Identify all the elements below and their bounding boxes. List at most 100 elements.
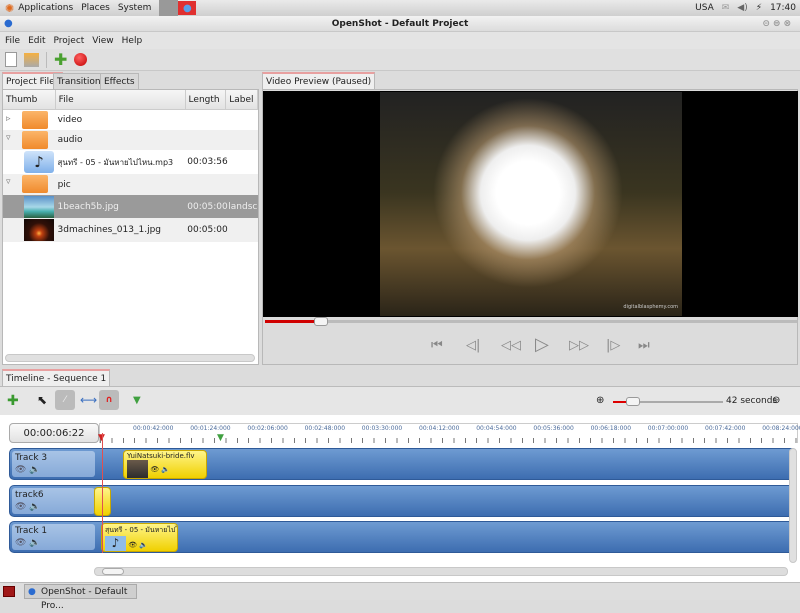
timeline-marker-icon[interactable]: ▼ <box>217 433 224 443</box>
launcher[interactable] <box>159 0 179 16</box>
column-length[interactable]: Length <box>186 90 227 109</box>
menu-help[interactable]: Help <box>122 36 143 46</box>
keyboard-layout[interactable]: USA <box>695 3 714 13</box>
fast-forward-icon[interactable]: ▷▷ <box>569 338 589 353</box>
window-titlebar[interactable]: ● OpenShot - Default Project ⊝⊜⊗ <box>0 16 800 32</box>
clock[interactable]: 17:40 <box>770 3 796 13</box>
file-name: 1beach5b.jpg <box>57 201 119 212</box>
file-name: video <box>57 115 83 125</box>
resize-tool-icon[interactable]: ⟷ <box>80 393 97 407</box>
video-canvas[interactable]: digitalblasphemy.com <box>263 91 798 317</box>
save-project-icon[interactable] <box>24 52 39 67</box>
horizontal-scrollbar[interactable] <box>5 354 255 362</box>
column-file[interactable]: File <box>56 90 186 109</box>
app-icon: ● <box>4 18 13 29</box>
system-menu[interactable]: System <box>118 3 152 13</box>
file-name: สุนทรี - 05 - มันหายไปไหน.mp3 <box>57 157 174 167</box>
tab-timeline[interactable]: Timeline - Sequence 1 <box>2 369 111 387</box>
ruler-tick-label: 00:02:06:000 <box>247 425 288 432</box>
visibility-audio-icons[interactable]: 👁 🔈 <box>15 465 92 475</box>
expander-collapsed-icon[interactable]: ▹ <box>6 114 11 124</box>
menu-project[interactable]: Project <box>54 36 85 46</box>
visibility-audio-icons[interactable]: 👁 🔈 <box>15 538 92 548</box>
ubuntu-logo-icon[interactable]: ✺ <box>5 2 14 15</box>
track-header: Track 1 👁 🔈 <box>12 524 95 550</box>
folder-icon <box>22 175 48 193</box>
razor-tool-icon[interactable]: ⁄ <box>55 390 75 410</box>
file-label: landsca <box>228 201 258 212</box>
clip-name: สุนทรี - 05 - มันหายไปไ... <box>105 526 178 534</box>
volume-icon[interactable]: ◀) <box>737 3 747 13</box>
zoom-slider[interactable] <box>613 397 723 406</box>
timeline-horizontal-scrollbar[interactable] <box>94 567 788 576</box>
file-name: audio <box>57 135 83 145</box>
window-controls[interactable]: ⊝⊜⊗ <box>762 16 794 32</box>
column-label[interactable]: Label <box>226 90 258 109</box>
taskbar: ● OpenShot - Default Pro... <box>0 582 800 611</box>
visibility-audio-icons[interactable]: 👁 🔈 <box>15 502 92 512</box>
video-frame: digitalblasphemy.com <box>380 92 682 316</box>
tab-video-preview[interactable]: Video Preview (Paused) <box>262 72 376 90</box>
track-track-1[interactable]: Track 1 👁 🔈 สุนทรี - 05 - มันหายไปไ... ♪ 👁… <box>9 521 797 553</box>
track-track6[interactable]: track6 👁 🔈 <box>9 485 797 517</box>
timeline-vertical-scrollbar[interactable] <box>789 448 797 563</box>
preview-seek-slider[interactable] <box>265 317 797 326</box>
places-menu[interactable]: Places <box>81 3 110 13</box>
openshot-launcher-icon[interactable]: ● <box>178 1 197 15</box>
import-files-icon[interactable]: ✚ <box>54 50 67 69</box>
ruler-tick-label: 00:01:24:000 <box>190 425 231 432</box>
folder-row-audio[interactable]: ▿ audio <box>3 130 258 150</box>
file-row[interactable]: ♪ สุนทรี - 05 - มันหายไปไหน.mp3 00:03:56 <box>3 150 258 174</box>
folder-row-video[interactable]: ▹ video <box>3 110 258 130</box>
play-icon[interactable]: ▷ <box>535 334 549 355</box>
applications-menu[interactable]: Applications <box>18 3 73 13</box>
next-frame-icon[interactable]: |▷ <box>606 338 620 353</box>
mail-icon[interactable]: ✉ <box>722 3 730 13</box>
select-tool-icon[interactable]: ⬉ <box>37 393 47 407</box>
music-note-icon: ♪ <box>24 151 54 173</box>
clip-thumbnail <box>127 460 148 478</box>
file-row[interactable]: 3dmachines_013_1.jpg 00:05:00 <box>3 218 258 242</box>
music-note-icon: ♪ <box>105 536 126 551</box>
add-track-icon[interactable]: ✚ <box>7 393 19 409</box>
zoom-label: 42 seconds <box>726 396 778 406</box>
audio-clip[interactable]: สุนทรี - 05 - มันหายไปไ... ♪ 👁 🔈 <box>101 523 178 552</box>
zoom-in-icon[interactable]: ⊕ <box>596 395 604 406</box>
ruler-tick-label: 00:00:42:000 <box>133 425 174 432</box>
track-name: Track 3 <box>15 453 48 463</box>
folder-row-pic[interactable]: ▿ pic <box>3 174 258 195</box>
track-header: Track 3 👁 🔈 <box>12 451 95 477</box>
new-project-icon[interactable] <box>5 52 17 67</box>
ruler-tick-label: 00:05:36:000 <box>533 425 574 432</box>
column-thumb[interactable]: Thumb <box>3 90 56 109</box>
export-video-icon[interactable] <box>74 53 88 66</box>
taskbar-item-openshot[interactable]: ● OpenShot - Default Pro... <box>24 584 137 611</box>
file-name: 3dmachines_013_1.jpg <box>57 225 162 235</box>
menu-edit[interactable]: Edit <box>28 36 45 46</box>
project-files-tree: Thumb File Length Label ▹ video ▿ audio … <box>2 89 259 365</box>
rewind-icon[interactable]: ◁◁ <box>501 338 521 353</box>
jump-end-icon[interactable]: ⏭ <box>638 338 650 353</box>
menu-view[interactable]: View <box>92 36 113 46</box>
ruler-tick-label: 00:04:12:000 <box>419 425 460 432</box>
watermark: digitalblasphemy.com <box>623 304 678 310</box>
expander-expanded-icon[interactable]: ▿ <box>6 133 11 143</box>
main-toolbar: ✚ <box>0 49 800 71</box>
playhead-line[interactable] <box>102 433 103 553</box>
file-row-selected[interactable]: 1beach5b.jpg 00:05:00 landsca <box>3 195 258 218</box>
show-desktop-icon[interactable] <box>3 586 15 597</box>
track-track-3[interactable]: Track 3 👁 🔈 YuiNatsuki-bride.flv 👁 🔈 <box>9 448 797 480</box>
expander-expanded-icon[interactable]: ▿ <box>6 177 11 187</box>
add-marker-icon[interactable]: ▼ <box>133 395 141 406</box>
menu-file[interactable]: File <box>5 36 20 46</box>
jump-start-icon[interactable]: ⏮ <box>431 338 443 353</box>
zoom-out-icon[interactable]: ⊖ <box>772 395 780 406</box>
prev-frame-icon[interactable]: ◁| <box>466 338 480 353</box>
file-name: pic <box>57 179 71 190</box>
taskbar-item-label: OpenShot - Default Pro... <box>41 587 128 611</box>
track-name: track6 <box>15 490 44 500</box>
ruler-tick-label: 00:07:00:000 <box>647 425 689 432</box>
network-icon[interactable]: ⚡ <box>756 3 762 13</box>
snap-magnet-icon[interactable]: ∩ <box>99 390 119 410</box>
video-clip[interactable]: YuiNatsuki-bride.flv 👁 🔈 <box>123 450 207 479</box>
